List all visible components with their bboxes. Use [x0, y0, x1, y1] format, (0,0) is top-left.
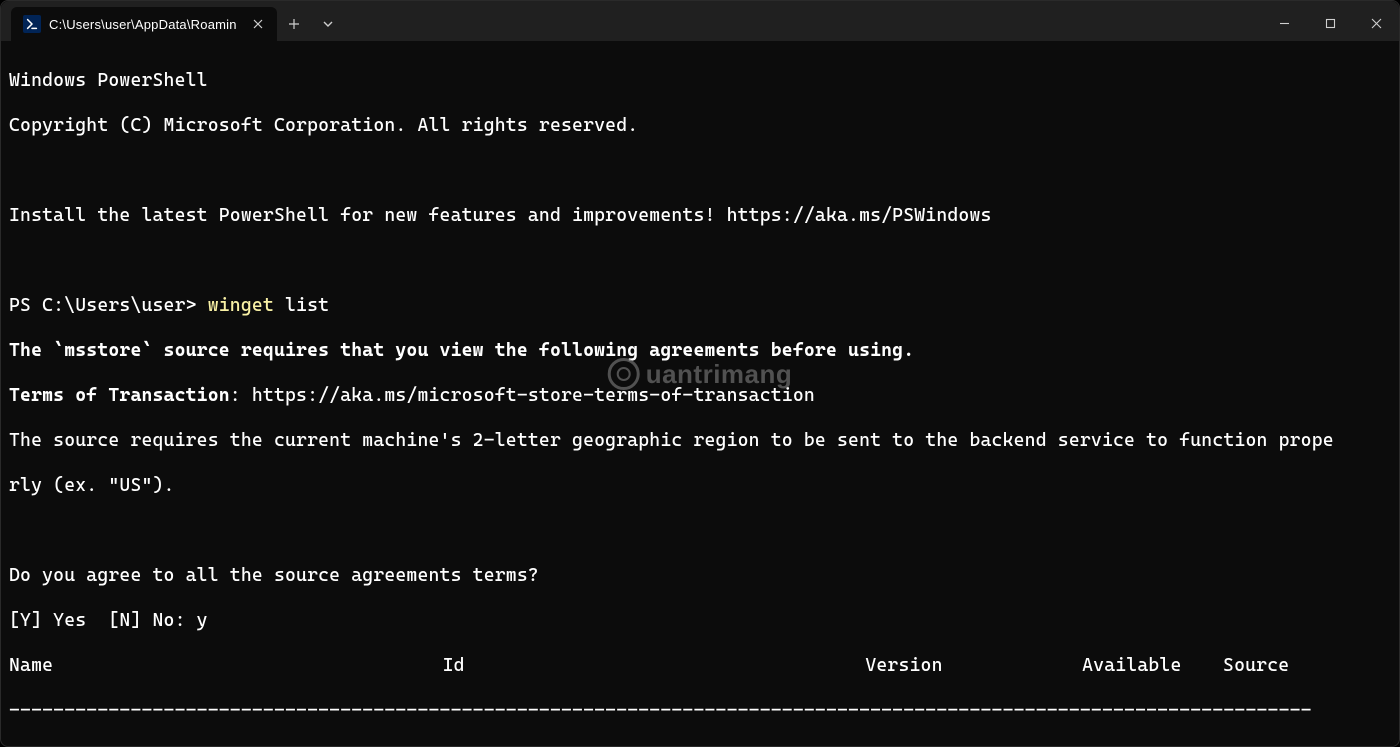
maximize-button[interactable]: [1307, 7, 1353, 39]
powershell-icon: [23, 15, 41, 33]
titlebar: C:\Users\user\AppData\Roamin: [1, 1, 1399, 41]
terminal-line: Install the latest PowerShell for new fe…: [9, 205, 1391, 228]
tab-title: C:\Users\user\AppData\Roamin: [49, 17, 237, 32]
prompt-prefix: PS C:\Users\user>: [9, 295, 208, 316]
command: winget: [208, 295, 274, 316]
new-tab-button[interactable]: [277, 7, 311, 41]
terminal-line: Windows PowerShell: [9, 70, 1391, 93]
tab-close-button[interactable]: [249, 15, 267, 33]
cell-name: Hearts Deluxe: [9, 745, 443, 747]
cell-version: 6.11.62.0: [865, 745, 1082, 747]
terminal-line: Terms of Transaction: https://aka.ms/mic…: [9, 385, 1391, 408]
tab-strip: C:\Users\user\AppData\Roamin: [1, 1, 345, 41]
close-window-button[interactable]: [1353, 7, 1399, 39]
command-args: list: [274, 295, 329, 316]
col-available: Available: [1082, 655, 1223, 678]
terminal-line: The source requires the current machine'…: [9, 430, 1391, 453]
terminal-blank: [9, 250, 1391, 273]
cell-source: [1223, 745, 1288, 747]
cell-available: [1082, 745, 1223, 747]
terminal-window: C:\Users\user\AppData\Roamin: [0, 0, 1400, 747]
prompt-line: PS C:\Users\user> winget list: [9, 295, 1391, 318]
agree-answer: [Y] Yes [N] No: y: [9, 610, 1391, 633]
table-header: NameIdVersionAvailableSource: [9, 655, 1391, 678]
cell-id: 26720RandomSaladGamesLLC.HeartsDeluxe_…: [443, 745, 866, 747]
col-id: Id: [443, 655, 866, 678]
terminal-line: The `msstore` source requires that you v…: [9, 340, 1391, 363]
agree-question: Do you agree to all the source agreement…: [9, 565, 1391, 588]
tab-active[interactable]: C:\Users\user\AppData\Roamin: [11, 7, 277, 41]
terminal-blank: [9, 160, 1391, 183]
terminal-line: Copyright (C) Microsoft Corporation. All…: [9, 115, 1391, 138]
divider: ----------------------------------------…: [9, 700, 1391, 723]
window-controls: [1261, 7, 1399, 41]
minimize-button[interactable]: [1261, 7, 1307, 39]
col-version: Version: [865, 655, 1082, 678]
terms-label: Terms of Transaction: [9, 385, 230, 406]
terms-url: : https://aka.ms/microsoft-store-terms-o…: [230, 385, 815, 406]
terminal-content[interactable]: Windows PowerShell Copyright (C) Microso…: [1, 41, 1399, 746]
col-source: Source: [1223, 655, 1288, 678]
terminal-blank: [9, 520, 1391, 543]
col-name: Name: [9, 655, 443, 678]
tab-dropdown-button[interactable]: [311, 7, 345, 41]
table-row: Hearts Deluxe26720RandomSaladGamesLLC.He…: [9, 745, 1391, 747]
terminal-line: rly (ex. "US").: [9, 475, 1391, 498]
